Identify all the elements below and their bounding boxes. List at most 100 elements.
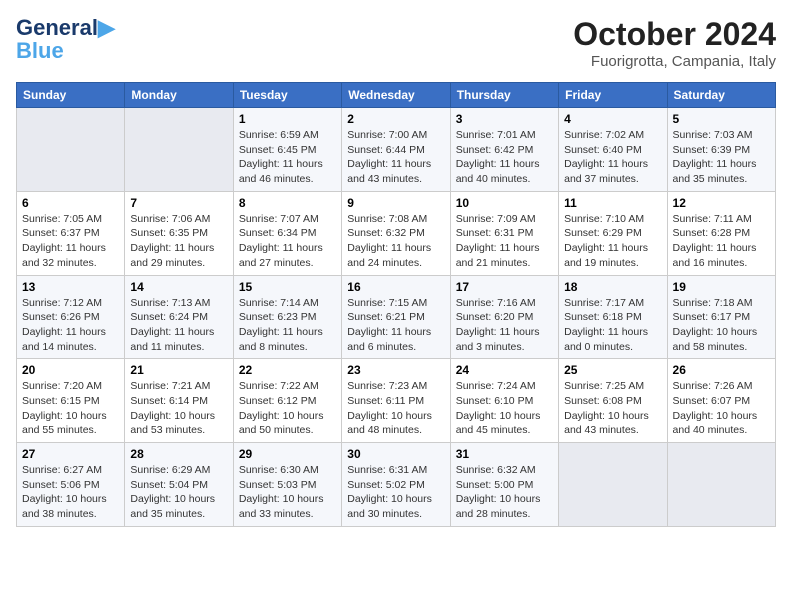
- calendar-cell: 25 Sunrise: 7:25 AMSunset: 6:08 PMDayligh…: [559, 359, 667, 443]
- calendar-cell: 19 Sunrise: 7:18 AMSunset: 6:17 PMDayligh…: [667, 275, 775, 359]
- day-number: 17: [456, 280, 553, 294]
- day-info: Sunrise: 7:14 AMSunset: 6:23 PMDaylight:…: [239, 296, 336, 355]
- calendar-cell: 1 Sunrise: 6:59 AMSunset: 6:45 PMDaylight…: [233, 108, 341, 192]
- day-info: Sunrise: 7:08 AMSunset: 6:32 PMDaylight:…: [347, 212, 444, 271]
- day-info: Sunrise: 6:59 AMSunset: 6:45 PMDaylight:…: [239, 128, 336, 187]
- day-info: Sunrise: 6:30 AMSunset: 5:03 PMDaylight:…: [239, 463, 336, 522]
- day-info: Sunrise: 7:11 AMSunset: 6:28 PMDaylight:…: [673, 212, 770, 271]
- calendar-cell: 22Sunrise: 7:22 AMSunset: 6:12 PMDayligh…: [233, 359, 341, 443]
- calendar-week-5: 27Sunrise: 6:27 AMSunset: 5:06 PMDayligh…: [17, 443, 776, 527]
- calendar-cell: 10 Sunrise: 7:09 AMSunset: 6:31 PMDayligh…: [450, 191, 558, 275]
- title-block: October 2024 Fuorigrotta, Campania, Ital…: [573, 16, 776, 70]
- calendar-cell: 7 Sunrise: 7:06 AMSunset: 6:35 PMDaylight…: [125, 191, 233, 275]
- day-info: Sunrise: 7:13 AMSunset: 6:24 PMDaylight:…: [130, 296, 227, 355]
- day-info: Sunrise: 7:25 AMSunset: 6:08 PMDaylight:…: [564, 379, 661, 438]
- day-number: 1: [239, 112, 336, 126]
- calendar-cell: 2 Sunrise: 7:00 AMSunset: 6:44 PMDaylight…: [342, 108, 450, 192]
- day-number: 2: [347, 112, 444, 126]
- logo: General▶ Blue: [16, 16, 115, 64]
- calendar-cell: 3 Sunrise: 7:01 AMSunset: 6:42 PMDaylight…: [450, 108, 558, 192]
- calendar-cell: 30Sunrise: 6:31 AMSunset: 5:02 PMDayligh…: [342, 443, 450, 527]
- day-number: 4: [564, 112, 661, 126]
- calendar-table: Sunday Monday Tuesday Wednesday Thursday…: [16, 82, 776, 527]
- logo-text: General▶: [16, 16, 115, 40]
- day-info: Sunrise: 7:26 AMSunset: 6:07 PMDaylight:…: [673, 379, 770, 438]
- calendar-cell: 20 Sunrise: 7:20 AMSunset: 6:15 PMDayligh…: [17, 359, 125, 443]
- day-info: Sunrise: 7:09 AMSunset: 6:31 PMDaylight:…: [456, 212, 553, 271]
- day-number: 30: [347, 447, 444, 461]
- calendar-cell: 4 Sunrise: 7:02 AMSunset: 6:40 PMDaylight…: [559, 108, 667, 192]
- calendar-cell: 27Sunrise: 6:27 AMSunset: 5:06 PMDayligh…: [17, 443, 125, 527]
- calendar-body: 1 Sunrise: 6:59 AMSunset: 6:45 PMDaylight…: [17, 108, 776, 527]
- day-number: 3: [456, 112, 553, 126]
- day-number: 10: [456, 196, 553, 210]
- calendar-week-3: 13 Sunrise: 7:12 AMSunset: 6:26 PMDayligh…: [17, 275, 776, 359]
- day-number: 18: [564, 280, 661, 294]
- day-number: 11: [564, 196, 661, 210]
- day-info: Sunrise: 7:18 AMSunset: 6:17 PMDaylight:…: [673, 296, 770, 355]
- day-info: Sunrise: 7:12 AMSunset: 6:26 PMDaylight:…: [22, 296, 119, 355]
- day-info: Sunrise: 7:06 AMSunset: 6:35 PMDaylight:…: [130, 212, 227, 271]
- calendar-cell: 17Sunrise: 7:16 AMSunset: 6:20 PMDayligh…: [450, 275, 558, 359]
- col-thursday: Thursday: [450, 83, 558, 108]
- col-tuesday: Tuesday: [233, 83, 341, 108]
- calendar-cell: 26Sunrise: 7:26 AMSunset: 6:07 PMDayligh…: [667, 359, 775, 443]
- col-friday: Friday: [559, 83, 667, 108]
- day-info: Sunrise: 7:21 AMSunset: 6:14 PMDaylight:…: [130, 379, 227, 438]
- day-number: 6: [22, 196, 119, 210]
- day-info: Sunrise: 7:20 AMSunset: 6:15 PMDaylight:…: [22, 379, 119, 438]
- day-info: Sunrise: 7:01 AMSunset: 6:42 PMDaylight:…: [456, 128, 553, 187]
- calendar-cell: 15 Sunrise: 7:14 AMSunset: 6:23 PMDayligh…: [233, 275, 341, 359]
- calendar-week-2: 6 Sunrise: 7:05 AMSunset: 6:37 PMDaylight…: [17, 191, 776, 275]
- day-number: 24: [456, 363, 553, 377]
- calendar-cell: [667, 443, 775, 527]
- calendar-cell: 12Sunrise: 7:11 AMSunset: 6:28 PMDayligh…: [667, 191, 775, 275]
- day-number: 31: [456, 447, 553, 461]
- day-number: 9: [347, 196, 444, 210]
- day-info: Sunrise: 7:23 AMSunset: 6:11 PMDaylight:…: [347, 379, 444, 438]
- calendar-cell: 6 Sunrise: 7:05 AMSunset: 6:37 PMDaylight…: [17, 191, 125, 275]
- day-number: 13: [22, 280, 119, 294]
- day-number: 7: [130, 196, 227, 210]
- calendar-cell: 9 Sunrise: 7:08 AMSunset: 6:32 PMDaylight…: [342, 191, 450, 275]
- day-info: Sunrise: 7:05 AMSunset: 6:37 PMDaylight:…: [22, 212, 119, 271]
- day-info: Sunrise: 7:10 AMSunset: 6:29 PMDaylight:…: [564, 212, 661, 271]
- calendar-cell: [125, 108, 233, 192]
- day-number: 15: [239, 280, 336, 294]
- page-header: General▶ Blue October 2024 Fuorigrotta, …: [16, 16, 776, 70]
- day-info: Sunrise: 6:29 AMSunset: 5:04 PMDaylight:…: [130, 463, 227, 522]
- calendar-cell: 24 Sunrise: 7:24 AMSunset: 6:10 PMDayligh…: [450, 359, 558, 443]
- col-sunday: Sunday: [17, 83, 125, 108]
- day-number: 27: [22, 447, 119, 461]
- day-info: Sunrise: 6:32 AMSunset: 5:00 PMDaylight:…: [456, 463, 553, 522]
- day-info: Sunrise: 7:15 AMSunset: 6:21 PMDaylight:…: [347, 296, 444, 355]
- day-number: 25: [564, 363, 661, 377]
- day-info: Sunrise: 7:22 AMSunset: 6:12 PMDaylight:…: [239, 379, 336, 438]
- day-info: Sunrise: 7:24 AMSunset: 6:10 PMDaylight:…: [456, 379, 553, 438]
- location-title: Fuorigrotta, Campania, Italy: [573, 53, 776, 70]
- calendar-cell: 31 Sunrise: 6:32 AMSunset: 5:00 PMDayligh…: [450, 443, 558, 527]
- calendar-header: Sunday Monday Tuesday Wednesday Thursday…: [17, 83, 776, 108]
- day-info: Sunrise: 7:03 AMSunset: 6:39 PMDaylight:…: [673, 128, 770, 187]
- day-number: 21: [130, 363, 227, 377]
- day-number: 20: [22, 363, 119, 377]
- day-info: Sunrise: 7:00 AMSunset: 6:44 PMDaylight:…: [347, 128, 444, 187]
- day-number: 8: [239, 196, 336, 210]
- calendar-cell: 23Sunrise: 7:23 AMSunset: 6:11 PMDayligh…: [342, 359, 450, 443]
- day-number: 29: [239, 447, 336, 461]
- calendar-cell: 14Sunrise: 7:13 AMSunset: 6:24 PMDayligh…: [125, 275, 233, 359]
- day-info: Sunrise: 7:17 AMSunset: 6:18 PMDaylight:…: [564, 296, 661, 355]
- day-info: Sunrise: 7:02 AMSunset: 6:40 PMDaylight:…: [564, 128, 661, 187]
- day-number: 19: [673, 280, 770, 294]
- calendar-week-1: 1 Sunrise: 6:59 AMSunset: 6:45 PMDaylight…: [17, 108, 776, 192]
- calendar-week-4: 20 Sunrise: 7:20 AMSunset: 6:15 PMDayligh…: [17, 359, 776, 443]
- calendar-cell: 18 Sunrise: 7:17 AMSunset: 6:18 PMDayligh…: [559, 275, 667, 359]
- calendar-cell: 13 Sunrise: 7:12 AMSunset: 6:26 PMDayligh…: [17, 275, 125, 359]
- calendar-cell: 8Sunrise: 7:07 AMSunset: 6:34 PMDaylight…: [233, 191, 341, 275]
- month-title: October 2024: [573, 16, 776, 53]
- col-saturday: Saturday: [667, 83, 775, 108]
- calendar-cell: 16Sunrise: 7:15 AMSunset: 6:21 PMDayligh…: [342, 275, 450, 359]
- header-row: Sunday Monday Tuesday Wednesday Thursday…: [17, 83, 776, 108]
- calendar-cell: 5Sunrise: 7:03 AMSunset: 6:39 PMDaylight…: [667, 108, 775, 192]
- calendar-cell: 28Sunrise: 6:29 AMSunset: 5:04 PMDayligh…: [125, 443, 233, 527]
